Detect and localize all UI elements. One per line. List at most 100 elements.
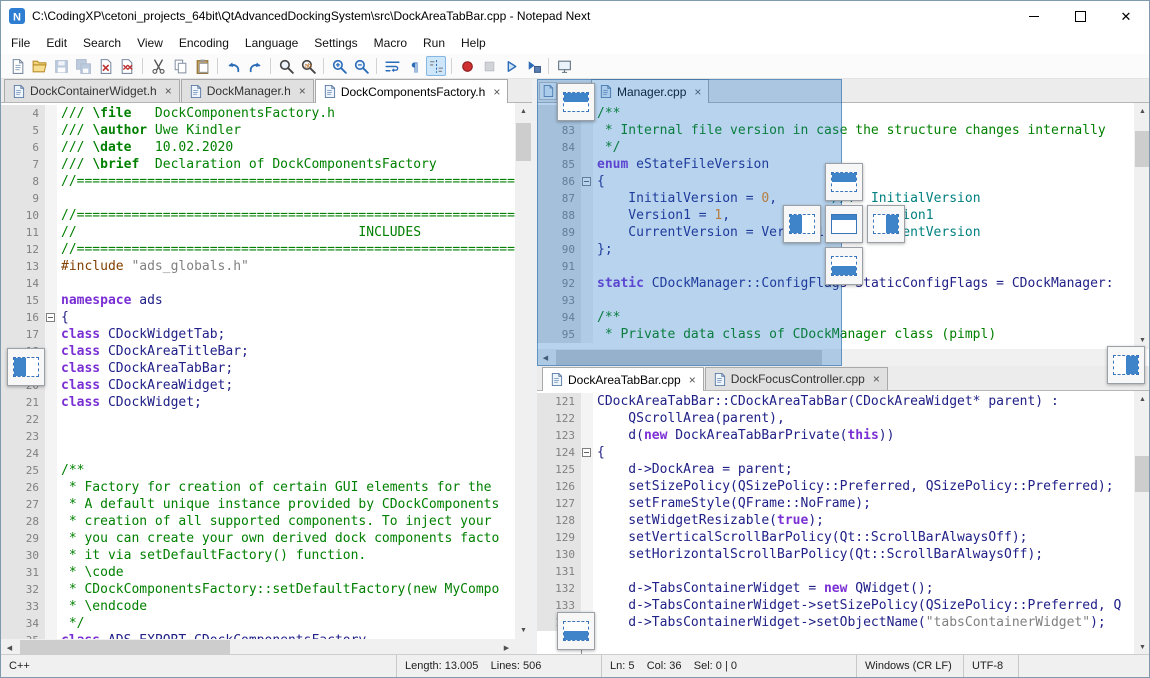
bottom-right-vertical-scrollbar[interactable]: ▲ ▼ — [1134, 391, 1150, 656]
status-eol-format[interactable]: Windows (CR LF) — [856, 655, 963, 677]
code-text: //======================================… — [57, 241, 515, 258]
status-encoding[interactable]: UTF-8 — [963, 655, 1018, 677]
menu-file[interactable]: File — [3, 33, 38, 53]
edge-drop-indicator-top[interactable] — [557, 83, 595, 121]
close-button[interactable] — [95, 56, 115, 76]
minimize-button[interactable] — [1011, 1, 1057, 31]
maximize-button[interactable] — [1057, 1, 1103, 31]
drop-indicator-left[interactable] — [783, 205, 821, 243]
open-file-button[interactable] — [29, 56, 49, 76]
menu-language[interactable]: Language — [237, 33, 306, 53]
bottom-right-editor[interactable]: 121CDockAreaTabBar::CDockAreaTabBar(CDoc… — [537, 391, 1134, 656]
replace-button[interactable]: ab — [298, 56, 318, 76]
find-button[interactable] — [276, 56, 296, 76]
new-file-button[interactable] — [7, 56, 27, 76]
edge-drop-indicator-left[interactable] — [7, 348, 45, 386]
fold-margin — [45, 547, 57, 564]
save-button[interactable] — [51, 56, 71, 76]
status-spacer — [1018, 655, 1149, 677]
close-button[interactable]: ✕ — [1103, 1, 1149, 31]
drop-indicator-top[interactable] — [825, 163, 863, 201]
tab-close-button[interactable]: × — [165, 85, 172, 97]
word-wrap-button[interactable] — [382, 56, 402, 76]
code-line: 5/// \author Uwe Kindler — [1, 122, 515, 139]
scrollbar-thumb[interactable] — [1135, 456, 1150, 492]
tab-DockComponentsFactory.h[interactable]: DockComponentsFactory.h× — [315, 79, 509, 103]
line-number: 25 — [1, 462, 45, 479]
top-right-vertical-scrollbar[interactable]: ▲ ▼ — [1134, 103, 1150, 349]
menu-help[interactable]: Help — [453, 33, 494, 53]
menu-view[interactable]: View — [129, 33, 171, 53]
menu-search[interactable]: Search — [75, 33, 129, 53]
drop-indicator-right[interactable] — [867, 205, 905, 243]
scroll-up-arrow[interactable]: ▲ — [515, 103, 532, 120]
tab-close-button[interactable]: × — [299, 85, 306, 97]
code-token: class — [61, 395, 100, 410]
zoom-out-button[interactable] — [351, 56, 371, 76]
save-all-button[interactable] — [73, 56, 93, 76]
record-macro-button[interactable] — [457, 56, 477, 76]
tab-close-button[interactable]: × — [493, 86, 500, 98]
scroll-down-arrow[interactable]: ▼ — [515, 622, 532, 639]
line-number: 32 — [1, 581, 45, 598]
save-macro-button[interactable] — [523, 56, 543, 76]
scrollbar-thumb[interactable] — [516, 123, 531, 161]
status-language[interactable]: C++ — [1, 655, 396, 677]
fold-margin — [45, 139, 57, 156]
cut-button[interactable] — [148, 56, 168, 76]
undo-button[interactable] — [223, 56, 243, 76]
code-text: d->DockArea = parent; — [593, 461, 1134, 478]
fold-collapse-marker[interactable] — [46, 313, 55, 322]
scroll-up-arrow[interactable]: ▲ — [1134, 103, 1150, 120]
tab-close-button[interactable]: × — [689, 374, 696, 386]
line-number: 23 — [1, 428, 45, 445]
edge-drop-indicator-right[interactable] — [1107, 346, 1145, 384]
fold-margin — [581, 444, 593, 461]
tab-DockFocusController.cpp[interactable]: DockFocusController.cpp× — [705, 367, 888, 390]
code-line: 25/** — [1, 462, 515, 479]
document-icon — [189, 84, 202, 99]
close-all-button[interactable] — [117, 56, 137, 76]
redo-button[interactable] — [245, 56, 265, 76]
zoom-in-button[interactable] — [329, 56, 349, 76]
close-icon — [97, 58, 114, 75]
indent-guide-button[interactable] — [426, 56, 446, 76]
dock-left-icon — [13, 357, 39, 377]
menu-run[interactable]: Run — [415, 33, 453, 53]
scrollbar-thumb[interactable] — [1135, 131, 1150, 167]
drop-indicator-center[interactable] — [825, 205, 863, 243]
edge-drop-indicator-bottom[interactable] — [557, 612, 595, 650]
copy-button[interactable] — [170, 56, 190, 76]
line-number: 127 — [537, 495, 581, 512]
menu-settings[interactable]: Settings — [306, 33, 365, 53]
code-token: CDockAreaTabBar; — [100, 361, 233, 376]
scrollbar-thumb[interactable] — [20, 640, 230, 655]
play-macro-button[interactable] — [501, 56, 521, 76]
code-token: CDockAreaTitleBar; — [100, 344, 249, 359]
dock-center-icon — [831, 214, 857, 234]
paste-icon — [194, 58, 211, 75]
paste-button[interactable] — [192, 56, 212, 76]
code-line: 12//====================================… — [1, 241, 515, 258]
left-vertical-scrollbar[interactable]: ▲ ▼ — [515, 103, 532, 639]
tab-DockContainerWidget.h[interactable]: DockContainerWidget.h× — [4, 79, 180, 102]
tab-DockManager.h[interactable]: DockManager.h× — [181, 79, 314, 102]
menu-macro[interactable]: Macro — [366, 33, 415, 53]
menu-encoding[interactable]: Encoding — [171, 33, 237, 53]
fold-margin — [45, 275, 57, 292]
tab-close-button[interactable]: × — [873, 373, 880, 385]
stop-recording-button[interactable] — [479, 56, 499, 76]
tab-DockAreaTabBar.cpp[interactable]: DockAreaTabBar.cpp× — [542, 367, 704, 391]
drop-indicator-bottom[interactable] — [825, 247, 863, 285]
code-token: Declaration of DockComponentsFactory — [139, 157, 436, 172]
scroll-up-arrow[interactable]: ▲ — [1134, 391, 1150, 408]
code-token: 10.02.2020 — [131, 140, 233, 155]
fold-collapse-marker[interactable] — [582, 448, 591, 457]
show-all-characters-button[interactable]: ¶ — [404, 56, 424, 76]
menu-edit[interactable]: Edit — [38, 33, 75, 53]
left-editor[interactable]: 4/// \file DockComponentsFactory.h5/// \… — [1, 103, 515, 639]
monitor-button[interactable] — [554, 56, 574, 76]
find-icon — [278, 58, 295, 75]
code-token: // INCLUDES — [61, 225, 421, 240]
code-text — [57, 275, 515, 292]
